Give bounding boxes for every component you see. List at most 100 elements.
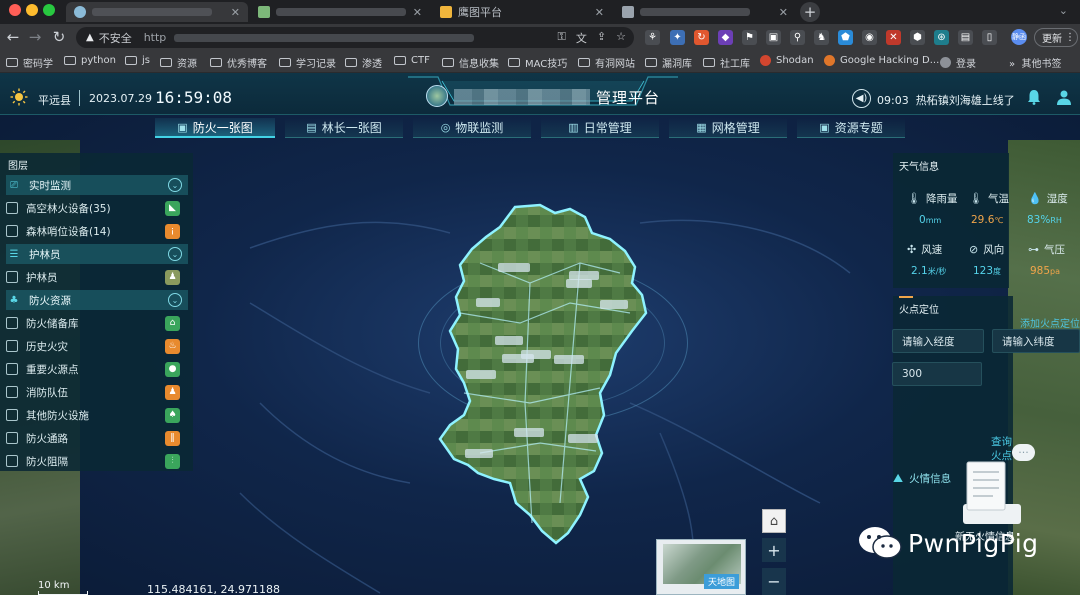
- reload-icon[interactable]: ↻: [50, 28, 68, 46]
- bookmark-folder[interactable]: python: [64, 55, 116, 66]
- layer-checkbox[interactable]: [6, 317, 18, 329]
- zoom-in-button[interactable]: +: [762, 538, 786, 562]
- new-fire-info-icon[interactable]: [955, 458, 1025, 528]
- browser-tab-4[interactable]: ✕: [614, 2, 796, 22]
- bookmark-folder[interactable]: js: [125, 55, 150, 66]
- chevron-down-icon[interactable]: ⌄: [168, 247, 182, 261]
- zoom-window-button[interactable]: [43, 4, 55, 16]
- layer-checkbox[interactable]: [6, 271, 18, 283]
- browser-tab-3[interactable]: 鹰图平台 ✕: [432, 2, 612, 22]
- extension-icon[interactable]: ⬟: [838, 30, 853, 45]
- extension-icon[interactable]: ⊛: [934, 30, 949, 45]
- layer-item[interactable]: 护林员 ♟: [6, 267, 188, 287]
- tab-search-chevron-icon[interactable]: ⌄: [1059, 4, 1068, 17]
- bookmark-star-icon[interactable]: ☆: [616, 30, 626, 46]
- add-fire-location-link[interactable]: 添加火点定位: [1020, 315, 1080, 330]
- browser-tab-2[interactable]: ✕: [250, 2, 430, 22]
- extension-icon[interactable]: ◉: [862, 30, 877, 45]
- layer-item[interactable]: 森林哨位设备(14) ¡: [6, 221, 188, 241]
- bookmark-link[interactable]: Shodan: [760, 55, 814, 66]
- tab-daily-management[interactable]: ▥ 日常管理: [541, 118, 659, 138]
- address-bar[interactable]: ▲ 不安全 http ⚿ 文 ⇪ ☆: [76, 27, 634, 48]
- county-region-map[interactable]: [420, 203, 660, 548]
- layer-item[interactable]: 高空林火设备(35) ◣: [6, 198, 188, 218]
- tab-iot-monitoring[interactable]: ◎ 物联监测: [413, 118, 531, 138]
- layer-item[interactable]: 防火阻隔 ⫶: [6, 451, 188, 471]
- new-tab-button[interactable]: +: [800, 2, 820, 22]
- key-icon[interactable]: ⚿: [558, 30, 566, 46]
- forward-arrow-icon[interactable]: →: [26, 28, 44, 46]
- user-icon[interactable]: [1056, 89, 1072, 105]
- tab-fire-map[interactable]: ▣ 防火一张图: [155, 118, 275, 138]
- bookmark-folder[interactable]: CTF: [394, 55, 430, 66]
- layer-checkbox[interactable]: [6, 202, 18, 214]
- bookmark-folder[interactable]: 有洞网站: [578, 55, 635, 70]
- tab-grid-management[interactable]: ▦ 网格管理: [669, 118, 787, 138]
- latitude-input[interactable]: 请输入纬度: [992, 329, 1080, 353]
- tab-resource-topics[interactable]: ▣ 资源专题: [797, 118, 905, 138]
- update-button[interactable]: 更新 ⋮: [1034, 28, 1078, 47]
- layer-item[interactable]: 历史火灾 ♨: [6, 336, 188, 356]
- bookmark-link[interactable]: 登录: [940, 55, 976, 70]
- layer-checkbox[interactable]: [6, 409, 18, 421]
- layer-item[interactable]: 防火储备库 ⌂: [6, 313, 188, 333]
- bookmark-folder[interactable]: 信息收集: [442, 55, 499, 70]
- bookmark-folder[interactable]: 社工库: [703, 55, 750, 70]
- bookmark-folder[interactable]: 优秀博客: [210, 55, 267, 70]
- layer-item[interactable]: 消防队伍 ♟: [6, 382, 188, 402]
- zoom-out-button[interactable]: −: [762, 568, 786, 595]
- extension-icon[interactable]: ✦: [670, 30, 685, 45]
- extension-icon[interactable]: ⬢: [910, 30, 925, 45]
- layer-checkbox[interactable]: [6, 386, 18, 398]
- layer-category-realtime[interactable]: ⎚ 实时监测 ⌄: [6, 175, 188, 195]
- extension-icon[interactable]: ↻: [694, 30, 709, 45]
- bookmark-folder[interactable]: 密码学: [6, 55, 53, 70]
- extension-icon[interactable]: ♞: [814, 30, 829, 45]
- browser-tab-1[interactable]: ✕: [66, 2, 248, 22]
- extension-icon[interactable]: ✕: [886, 30, 901, 45]
- bookmark-folder[interactable]: 漏洞库: [645, 55, 692, 70]
- translate-icon[interactable]: 文: [576, 30, 587, 46]
- close-tab-icon[interactable]: ✕: [231, 6, 240, 19]
- bookmark-folder[interactable]: 资源: [160, 55, 197, 70]
- puzzle-icon[interactable]: [962, 30, 977, 45]
- profile-avatar[interactable]: 静函: [1011, 29, 1027, 45]
- bookmark-folder[interactable]: MAC技巧: [508, 55, 567, 70]
- layer-checkbox[interactable]: [6, 363, 18, 375]
- close-tab-icon[interactable]: ✕: [413, 6, 422, 19]
- sidebar-toggle-icon[interactable]: ▯: [982, 30, 997, 45]
- other-bookmarks[interactable]: » 其他书签: [1009, 55, 1061, 70]
- layer-category-rangers[interactable]: ☰ 护林员 ⌄: [6, 244, 188, 264]
- extension-icon[interactable]: ⚲: [790, 30, 805, 45]
- chevron-down-icon[interactable]: ⌄: [168, 293, 182, 307]
- extension-icon[interactable]: ⚑: [742, 30, 757, 45]
- layer-checkbox[interactable]: [6, 432, 18, 444]
- layer-item[interactable]: 其他防火设施 ♠: [6, 405, 188, 425]
- bookmark-folder[interactable]: 学习记录: [279, 55, 336, 70]
- layer-item[interactable]: 重要火源点 ●: [6, 359, 188, 379]
- back-arrow-icon[interactable]: ←: [4, 28, 22, 46]
- radius-input[interactable]: 300: [892, 362, 982, 386]
- layer-category-fire-resources[interactable]: ♣ 防火资源 ⌄: [6, 290, 188, 310]
- chevron-down-icon[interactable]: ⌄: [168, 178, 182, 192]
- share-icon[interactable]: ⇪: [597, 30, 606, 46]
- home-extent-button[interactable]: ⌂: [762, 509, 786, 533]
- extension-icon[interactable]: ▣: [766, 30, 781, 45]
- layer-item[interactable]: 防火通路 ‖: [6, 428, 188, 448]
- close-tab-icon[interactable]: ✕: [779, 6, 788, 19]
- bookmark-link[interactable]: Google Hacking D...: [824, 55, 939, 66]
- tab-forest-chief-map[interactable]: ▤ 林长一张图: [285, 118, 403, 138]
- extension-icon[interactable]: ◆: [718, 30, 733, 45]
- bell-icon[interactable]: [1027, 89, 1041, 105]
- layer-checkbox[interactable]: [6, 455, 18, 467]
- close-window-button[interactable]: [9, 4, 21, 16]
- extension-icon[interactable]: ⚘: [645, 30, 660, 45]
- bookmark-folder[interactable]: 渗透: [345, 55, 382, 70]
- fire-info-link[interactable]: ⛰ 火情信息: [893, 471, 951, 486]
- layer-checkbox[interactable]: [6, 340, 18, 352]
- longitude-input[interactable]: 请输入经度: [892, 329, 984, 353]
- close-tab-icon[interactable]: ✕: [595, 6, 604, 19]
- layer-checkbox[interactable]: [6, 225, 18, 237]
- basemap-switcher[interactable]: 天地图: [656, 539, 746, 595]
- speaker-icon[interactable]: ◀): [852, 89, 871, 108]
